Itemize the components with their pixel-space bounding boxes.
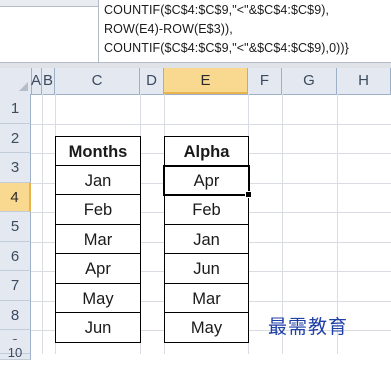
row-header-5[interactable]: 5	[0, 212, 31, 242]
formula-bar-area: COUNTIF($C$4:$C$9,"<"&$C$4:$C$9), ROW(E4…	[0, 0, 391, 69]
column-header-c[interactable]: C	[55, 68, 140, 94]
gridline	[42, 94, 43, 354]
months-cell-c9[interactable]: Jun	[55, 313, 141, 343]
row-header-1[interactable]: 1	[0, 94, 31, 124]
alpha-cell-e4-active[interactable]: Apr	[163, 164, 250, 196]
months-header-cell[interactable]: Months	[55, 136, 141, 166]
formula-line-1[interactable]: COUNTIF($C$4:$C$9,"<"&$C$4:$C$9),	[104, 3, 329, 17]
formula-line-2[interactable]: ROW(E4)-ROW(E$3)),	[104, 22, 233, 36]
months-cell-c5[interactable]: Feb	[55, 195, 141, 225]
row-header-4[interactable]: 4	[0, 182, 31, 212]
select-all-triangle-icon	[19, 82, 28, 91]
months-cell-c7[interactable]: Apr	[55, 254, 141, 284]
column-header-a[interactable]: A	[31, 68, 42, 94]
column-header-d[interactable]: D	[140, 68, 164, 94]
alpha-cell-e7[interactable]: Jun	[164, 254, 249, 284]
column-header-f[interactable]: F	[248, 68, 282, 94]
months-cell-c6[interactable]: Mar	[55, 224, 141, 254]
row-header-3[interactable]: 3	[0, 153, 31, 183]
formula-bar-divider	[98, 0, 99, 62]
row-header-2[interactable]: 2	[0, 123, 31, 153]
column-header-g[interactable]: G	[282, 68, 337, 94]
row-header-10[interactable]: 10	[0, 340, 31, 360]
name-box[interactable]	[0, 0, 99, 7]
column-header-e[interactable]: E	[164, 68, 248, 94]
months-cell-c4[interactable]: Jan	[55, 165, 141, 195]
alpha-cell-e6[interactable]: Jan	[164, 224, 249, 254]
column-header-b[interactable]: B	[42, 68, 55, 94]
alpha-header-cell[interactable]: Alpha	[164, 136, 249, 166]
watermark-text: 最需教育	[268, 316, 349, 338]
alpha-cell-e5[interactable]: Feb	[164, 195, 249, 225]
gridline	[31, 123, 391, 125]
row-header-7[interactable]: 7	[0, 271, 31, 301]
select-all-corner[interactable]	[0, 68, 32, 95]
alpha-cell-e9[interactable]: May	[164, 313, 249, 343]
row-header-8[interactable]: 8	[0, 300, 31, 330]
fill-handle[interactable]	[245, 191, 252, 198]
column-header-h[interactable]: H	[337, 68, 391, 94]
alpha-cell-e8[interactable]: Mar	[164, 283, 249, 313]
formula-line-3[interactable]: COUNTIF($C$4:$C$9,"<"&$C$4:$C$9),0))}	[104, 41, 349, 55]
months-cell-c8[interactable]: May	[55, 283, 141, 313]
row-header-6[interactable]: 6	[0, 241, 31, 271]
